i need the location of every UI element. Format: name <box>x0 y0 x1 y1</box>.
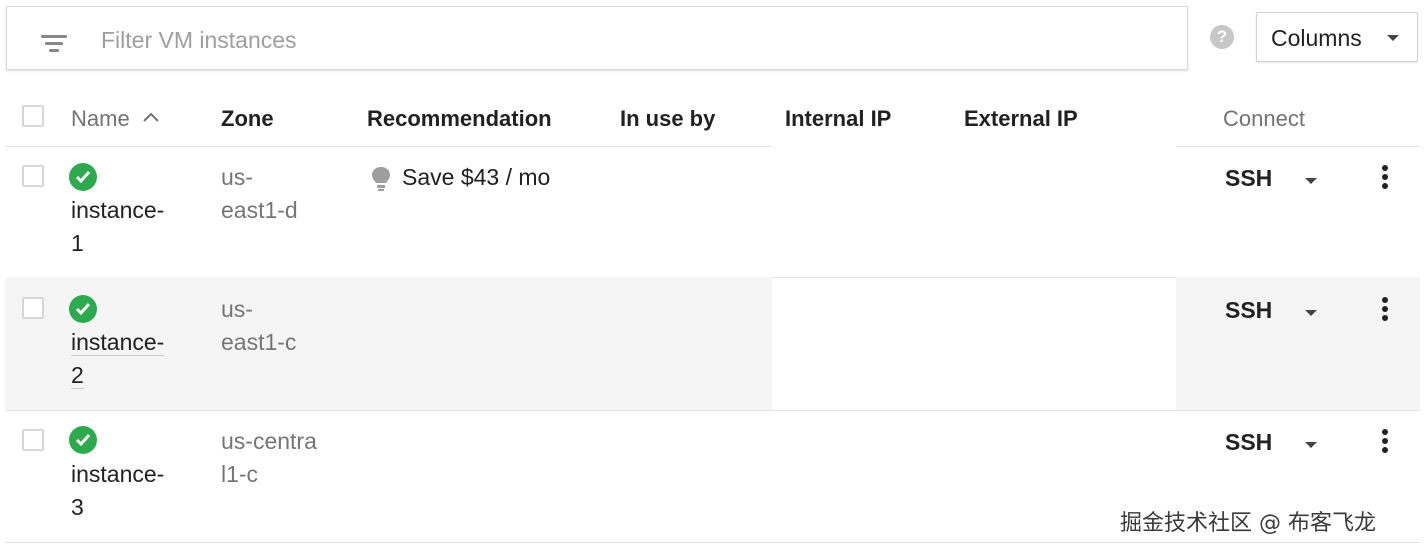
instance-name-link[interactable]: instance-1 <box>71 194 171 260</box>
row-checkbox[interactable] <box>22 165 44 187</box>
column-header-external-ip[interactable]: External IP <box>964 106 1078 132</box>
column-header-recommendation[interactable]: Recommendation <box>367 106 552 132</box>
lightbulb-icon <box>372 167 390 191</box>
column-header-connect: Connect <box>1223 106 1305 131</box>
instance-zone: us-east1-d <box>221 164 298 223</box>
check-circle-icon <box>69 426 97 454</box>
chevron-down-icon[interactable] <box>1305 442 1317 448</box>
watermark: 掘金技术社区 @ 布客飞龙 <box>1120 511 1376 536</box>
check-circle-icon <box>69 295 97 323</box>
row-checkbox[interactable] <box>22 297 44 319</box>
header-divider <box>1176 146 1420 147</box>
select-all-checkbox[interactable] <box>22 105 44 127</box>
column-header-in-use-by[interactable]: In use by <box>620 106 715 132</box>
chevron-down-icon[interactable] <box>1305 310 1317 316</box>
row-divider <box>5 542 1420 543</box>
instance-zone: us-central1-c <box>221 428 317 487</box>
recommendation-link[interactable]: Save $43 / mo <box>402 164 550 191</box>
row-checkbox[interactable] <box>22 429 44 451</box>
column-header-name[interactable]: Name <box>71 106 130 132</box>
columns-button-label: Columns <box>1271 25 1362 51</box>
columns-button[interactable]: Columns <box>1256 12 1418 62</box>
chevron-down-icon <box>1387 35 1399 41</box>
instance-name-label: instance-2 <box>71 329 165 389</box>
check-circle-icon <box>69 163 97 191</box>
more-vert-icon[interactable] <box>1382 297 1390 324</box>
instance-name-link[interactable]: instance-3 <box>71 458 171 524</box>
sort-ascending-icon[interactable] <box>141 110 161 124</box>
row-divider <box>5 410 1420 411</box>
more-vert-icon[interactable] <box>1382 429 1390 456</box>
ssh-button[interactable]: SSH <box>1225 429 1272 456</box>
filter-input[interactable] <box>99 23 1103 57</box>
ssh-button[interactable]: SSH <box>1225 165 1272 192</box>
chevron-down-icon[interactable] <box>1305 178 1317 184</box>
instance-zone: us-east1-c <box>221 296 297 355</box>
filter-icon[interactable] <box>41 35 67 56</box>
header-divider <box>5 146 772 147</box>
more-vert-icon[interactable] <box>1382 165 1390 192</box>
column-header-zone[interactable]: Zone <box>221 106 274 132</box>
instance-name-link[interactable]: instance-2 <box>71 326 171 392</box>
filter-bar[interactable] <box>6 6 1188 70</box>
help-circle-icon[interactable]: ? <box>1210 25 1234 49</box>
ssh-button[interactable]: SSH <box>1225 297 1272 324</box>
column-header-internal-ip[interactable]: Internal IP <box>785 106 891 132</box>
